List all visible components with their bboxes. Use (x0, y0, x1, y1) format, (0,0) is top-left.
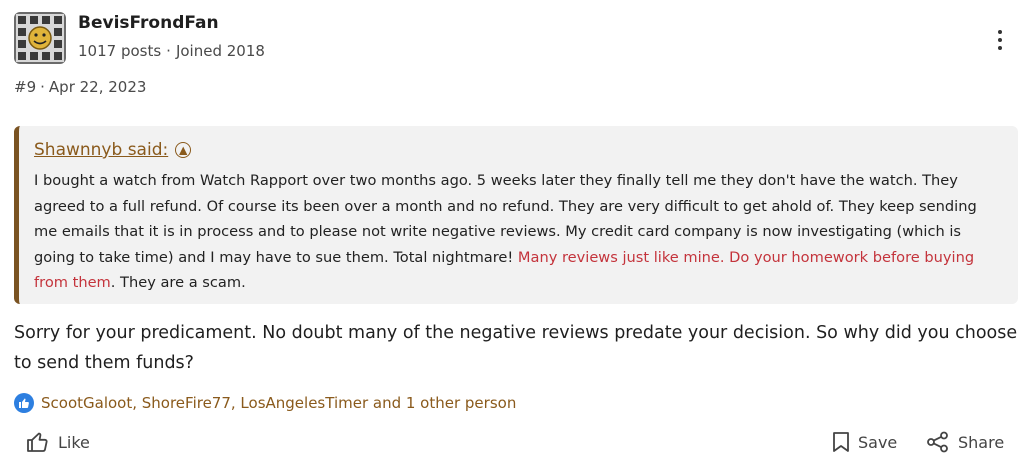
quote-block: Shawnnyb said: ▲ I bought a watch from W… (14, 126, 1018, 304)
share-icon (927, 431, 948, 453)
reactions-bar[interactable]: ScootGaloot, ShoreFire77, LosAngelesTime… (14, 393, 516, 413)
thumbs-up-icon (27, 432, 48, 452)
save-label: Save (858, 432, 898, 452)
post-info: #9 · Apr 22, 2023 (14, 78, 146, 96)
share-label: Share (958, 432, 1005, 452)
username[interactable]: BevisFrondFan (78, 13, 219, 33)
reactions-list[interactable]: ScootGaloot, ShoreFire77, LosAngelesTime… (41, 394, 516, 412)
share-button[interactable]: Share (926, 428, 1004, 456)
post-header: BevisFrondFan 1017 posts · Joined 2018 (14, 12, 1010, 64)
reply-text: Sorry for your predicament. No doubt man… (14, 323, 1018, 373)
join-date: Joined 2018 (175, 42, 265, 60)
author-meta: 1017 posts · Joined 2018 (78, 42, 265, 60)
like-label: Like (58, 432, 90, 452)
quote-text-end: . They are a scam. (110, 274, 246, 291)
post-count: 1017 posts (78, 42, 162, 60)
save-button[interactable]: Save (832, 428, 897, 456)
avatar[interactable] (14, 12, 66, 64)
separator-dot: · (166, 42, 171, 60)
quote-author[interactable]: Shawnnyb said: (34, 140, 168, 160)
separator-dot: · (40, 78, 45, 96)
arrow-up-circle-icon[interactable]: ▲ (175, 142, 192, 158)
thumbs-up-reaction-icon (14, 393, 34, 413)
grid-face-avatar-icon (14, 12, 66, 64)
quote-text: I bought a watch from Watch Rapport over… (34, 168, 1002, 296)
more-options-icon[interactable] (990, 28, 1010, 52)
bookmark-icon (833, 432, 849, 452)
quote-author-link[interactable]: Shawnnyb said: ▲ (34, 138, 1002, 162)
post-date: Apr 22, 2023 (48, 78, 147, 96)
like-button[interactable]: Like (26, 428, 90, 456)
post-actions: Like Save Share (14, 428, 1010, 456)
post-number[interactable]: #9 (14, 78, 36, 96)
